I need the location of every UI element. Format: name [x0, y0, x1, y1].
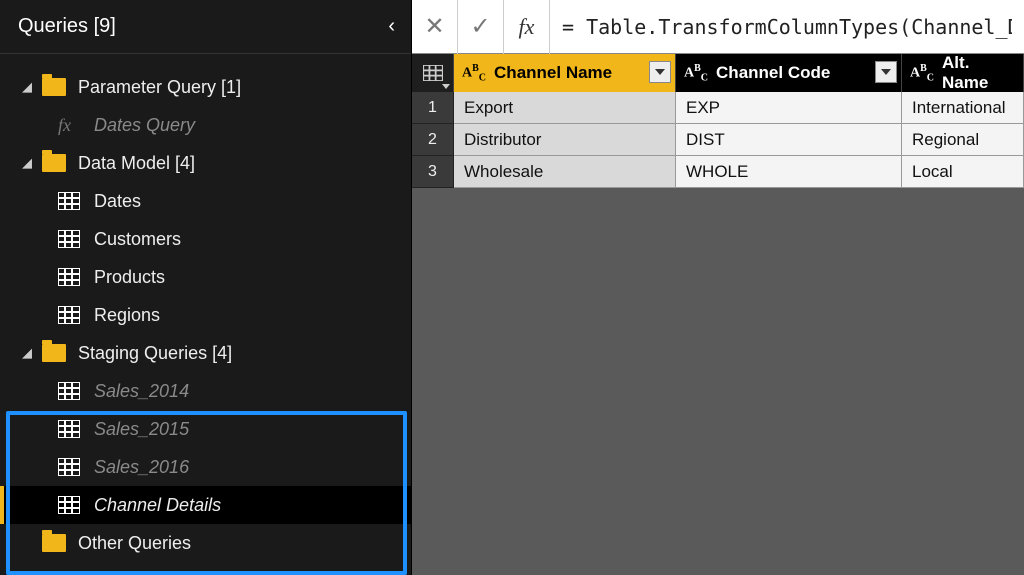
query-customers[interactable]: Customers: [0, 220, 411, 258]
grid-body: 1 Export EXP International 2 Distributor…: [412, 92, 1024, 188]
query-regions[interactable]: Regions: [0, 296, 411, 334]
query-dates[interactable]: Dates: [0, 182, 411, 220]
folder-icon: [42, 78, 66, 96]
chevron-down-icon: ◢: [22, 79, 36, 95]
formula-bar: ✕ ✓ fx: [412, 0, 1024, 54]
query-sales-2016[interactable]: Sales_2016: [0, 448, 411, 486]
cell-alt-name[interactable]: Local: [902, 156, 1024, 188]
query-label: Channel Details: [94, 495, 221, 516]
query-label: Sales_2015: [94, 419, 189, 440]
queries-sidebar: Queries [9] ‹ ◢ Parameter Query [1] fx D…: [0, 0, 412, 575]
folder-icon: [42, 534, 66, 552]
table-icon: [58, 268, 80, 286]
table-icon: [58, 382, 80, 400]
table-icon: [58, 306, 80, 324]
row-number: 2: [412, 124, 454, 156]
type-text-icon: ABC: [462, 63, 486, 83]
column-filter-button[interactable]: [875, 61, 897, 83]
table-row[interactable]: 2 Distributor DIST Regional: [412, 124, 1024, 156]
chevron-down-icon: ◢: [22, 345, 36, 361]
query-dates-query[interactable]: fx Dates Query: [0, 106, 411, 144]
row-number: 3: [412, 156, 454, 188]
query-channel-details[interactable]: Channel Details: [0, 486, 411, 524]
table-icon: [58, 192, 80, 210]
sidebar-title: Queries [9]: [18, 15, 116, 38]
fx-icon: fx: [58, 115, 82, 136]
query-label: Sales_2016: [94, 457, 189, 478]
folder-label: Staging Queries [4]: [78, 343, 232, 364]
column-filter-button[interactable]: [649, 61, 671, 83]
table-row[interactable]: 1 Export EXP International: [412, 92, 1024, 124]
fx-icon[interactable]: fx: [504, 0, 550, 54]
query-label: Dates: [94, 191, 141, 212]
row-number: 1: [412, 92, 454, 124]
folder-label: Data Model [4]: [78, 153, 195, 174]
query-sales-2015[interactable]: Sales_2015: [0, 410, 411, 448]
column-header-alt-name[interactable]: ABC Alt. Name: [902, 54, 1024, 92]
query-label: Sales_2014: [94, 381, 189, 402]
cancel-formula-button[interactable]: ✕: [412, 0, 458, 54]
cell-alt-name[interactable]: Regional: [902, 124, 1024, 156]
query-label: Products: [94, 267, 165, 288]
folder-label: Other Queries: [78, 533, 191, 554]
queries-tree: ◢ Parameter Query [1] fx Dates Query ◢ D…: [0, 54, 411, 562]
column-label: Channel Code: [716, 63, 830, 83]
grid-header: ABC Channel Name ABC Channel Code ABC Al…: [412, 54, 1024, 92]
query-products[interactable]: Products: [0, 258, 411, 296]
table-icon: [58, 420, 80, 438]
formula-input[interactable]: [550, 0, 1024, 53]
column-header-channel-code[interactable]: ABC Channel Code: [676, 54, 902, 92]
collapse-sidebar-icon[interactable]: ‹: [388, 15, 395, 38]
folder-staging-queries[interactable]: ◢ Staging Queries [4]: [0, 334, 411, 372]
folder-other-queries[interactable]: ◢ Other Queries: [0, 524, 411, 562]
folder-icon: [42, 344, 66, 362]
query-label: Customers: [94, 229, 181, 250]
cell-channel-code[interactable]: EXP: [676, 92, 902, 124]
main-panel: ✕ ✓ fx ABC Channel Name ABC Channel Code…: [412, 0, 1024, 575]
type-text-icon: ABC: [910, 63, 934, 83]
table-icon: [58, 230, 80, 248]
folder-parameter-query[interactable]: ◢ Parameter Query [1]: [0, 68, 411, 106]
chevron-down-icon: ◢: [22, 155, 36, 171]
table-menu-button[interactable]: [412, 54, 454, 92]
query-sales-2014[interactable]: Sales_2014: [0, 372, 411, 410]
table-row[interactable]: 3 Wholesale WHOLE Local: [412, 156, 1024, 188]
column-header-channel-name[interactable]: ABC Channel Name: [454, 54, 676, 92]
query-label: Dates Query: [94, 115, 195, 136]
cell-channel-name[interactable]: Wholesale: [454, 156, 676, 188]
cell-channel-code[interactable]: WHOLE: [676, 156, 902, 188]
commit-formula-button[interactable]: ✓: [458, 0, 504, 54]
table-icon: [58, 496, 80, 514]
folder-data-model[interactable]: ◢ Data Model [4]: [0, 144, 411, 182]
cell-alt-name[interactable]: International: [902, 92, 1024, 124]
folder-label: Parameter Query [1]: [78, 77, 241, 98]
query-label: Regions: [94, 305, 160, 326]
folder-icon: [42, 154, 66, 172]
column-label: Alt. Name: [942, 53, 1015, 93]
data-grid: ABC Channel Name ABC Channel Code ABC Al…: [412, 54, 1024, 188]
sidebar-header: Queries [9] ‹: [0, 0, 411, 54]
table-icon: [58, 458, 80, 476]
type-text-icon: ABC: [684, 63, 708, 83]
cell-channel-name[interactable]: Export: [454, 92, 676, 124]
column-label: Channel Name: [494, 63, 612, 83]
cell-channel-name[interactable]: Distributor: [454, 124, 676, 156]
cell-channel-code[interactable]: DIST: [676, 124, 902, 156]
